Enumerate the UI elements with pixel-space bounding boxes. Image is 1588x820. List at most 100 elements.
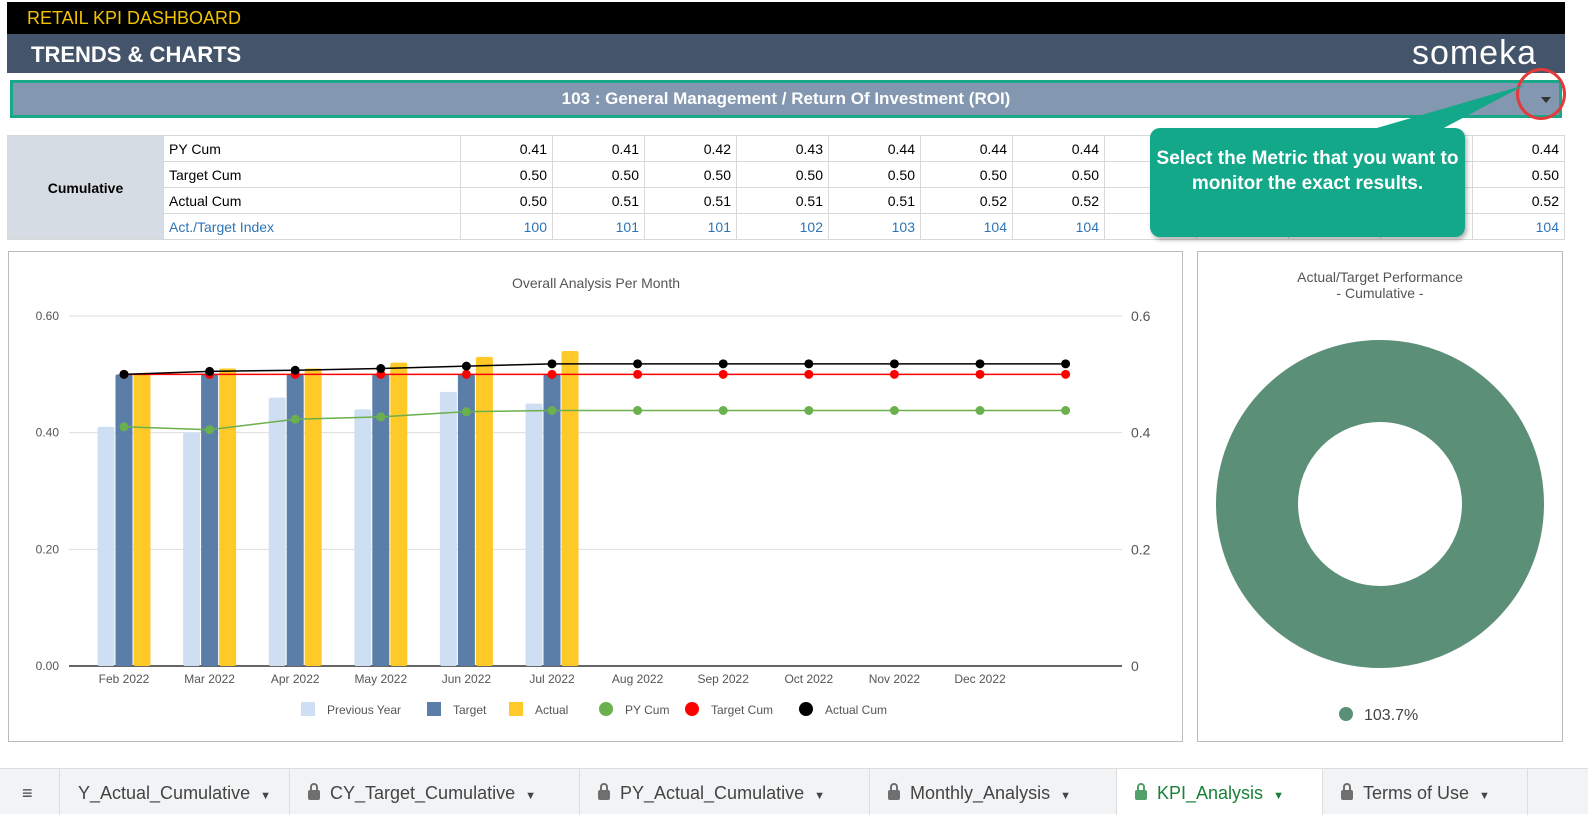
lock-icon — [1135, 783, 1147, 800]
tab-kpi-analysis[interactable]: KPI_Analysis ▼ — [1117, 769, 1323, 815]
bar-actual — [219, 368, 237, 666]
legend-label: Actual — [535, 703, 568, 717]
caret-down-icon[interactable]: ▼ — [1273, 790, 1284, 802]
bar-actual — [561, 351, 579, 666]
point-py-cum — [718, 406, 728, 415]
caret-down-icon[interactable]: ▼ — [1060, 790, 1071, 802]
bar-actual — [304, 368, 322, 666]
legend-item: Target Cum — [685, 702, 773, 717]
point-actual-cum — [119, 369, 129, 379]
point-target-cum — [633, 369, 643, 379]
point-actual-cum — [1061, 359, 1071, 369]
tab-label: PY_Actual_Cumulative — [620, 783, 805, 803]
point-py-cum — [376, 412, 386, 422]
caret-down-icon[interactable]: ▼ — [525, 790, 536, 802]
bar-previous-year — [439, 391, 457, 666]
x-tick-label: Mar 2022 — [184, 672, 235, 686]
tab-monthly-analysis[interactable]: Monthly_Analysis ▼ — [870, 769, 1117, 815]
bar-target — [201, 374, 219, 666]
point-py-cum — [804, 406, 814, 415]
point-actual-cum — [889, 359, 899, 369]
bar-previous-year — [97, 426, 115, 666]
tab-label: KPI_Analysis — [1157, 783, 1264, 803]
tab-label: Terms of Use — [1363, 783, 1470, 803]
tab-terms-of-use[interactable]: Terms of Use ▼ — [1323, 769, 1528, 815]
bar-previous-year — [268, 397, 286, 666]
point-target-cum — [975, 369, 985, 379]
y-tick-left: 0.40 — [36, 426, 60, 440]
point-target-cum — [461, 369, 471, 379]
legend-swatch — [685, 702, 699, 716]
point-py-cum — [1061, 406, 1071, 415]
tab-y-actual-cumulative[interactable]: Y_Actual_Cumulative ▼ — [60, 769, 290, 815]
point-py-cum — [633, 406, 643, 415]
legend-item: Previous Year — [301, 702, 401, 717]
point-target-cum — [547, 369, 557, 379]
legend-item: Actual Cum — [799, 702, 887, 717]
line-actual-cum — [123, 363, 1066, 376]
donut-slice — [1216, 340, 1544, 668]
all-sheets-menu-icon[interactable]: ≡ — [0, 769, 60, 815]
legend-label: Target Cum — [711, 703, 773, 717]
tab-py-actual-cumulative[interactable]: PY_Actual_Cumulative ▼ — [580, 769, 870, 815]
point-actual-cum — [461, 361, 471, 371]
legend-swatch — [427, 702, 441, 716]
y-tick-left: 0.60 — [36, 309, 60, 323]
caret-down-icon[interactable]: ▼ — [260, 790, 271, 802]
donut-legend-swatch — [1339, 707, 1353, 721]
bar-target — [457, 374, 475, 666]
point-target-cum — [718, 369, 728, 379]
legend-label: Previous Year — [327, 703, 401, 717]
performance-donut-chart: Actual/Target Performance- Cumulative - 1… — [1216, 269, 1544, 724]
lock-icon — [888, 783, 900, 800]
x-tick-label: Apr 2022 — [271, 672, 320, 686]
lock-icon — [308, 783, 320, 800]
tab-cy-target-cumulative[interactable]: CY_Target_Cumulative ▼ — [290, 769, 580, 815]
point-actual-cum — [718, 359, 728, 369]
y-tick-left: 0.00 — [36, 659, 60, 673]
callout-tooltip: Select the Metric that you want to monit… — [1150, 128, 1465, 237]
bar-actual — [390, 362, 408, 666]
overall-analysis-chart: Overall Analysis Per Month 0.00 0 0.20 0.2 0.… — [36, 275, 1151, 717]
point-py-cum — [461, 407, 471, 417]
point-actual-cum — [633, 359, 643, 369]
legend-label: Target — [453, 703, 487, 717]
point-target-cum — [1061, 369, 1071, 379]
y-tick-left: 0.20 — [36, 542, 60, 556]
x-tick-label: Jun 2022 — [442, 672, 492, 686]
x-tick-label: Aug 2022 — [612, 672, 664, 686]
bar-target — [115, 374, 133, 666]
lock-icon — [598, 783, 610, 800]
y-tick-right: 0.4 — [1131, 425, 1151, 441]
point-actual-cum — [547, 359, 557, 369]
overall-analysis-chart-panel: Overall Analysis Per Month 0.00 0 0.20 0.2 0.… — [8, 251, 1183, 742]
donut-subtitle: - Cumulative - — [1336, 285, 1423, 301]
legend-swatch — [301, 702, 315, 716]
donut-title: Actual/Target Performance — [1297, 269, 1463, 285]
point-target-cum — [804, 369, 814, 379]
x-tick-label: Dec 2022 — [954, 672, 1006, 686]
sheet-tabs: ≡ Y_Actual_Cumulative ▼ CY_Target_Cumulati… — [0, 768, 1588, 815]
x-tick-label: Feb 2022 — [99, 672, 150, 686]
performance-chart-panel: Actual/Target Performance - Cumulative - 1… — [1197, 251, 1563, 742]
caret-down-icon[interactable]: ▼ — [814, 790, 825, 802]
legend-label: Actual Cum — [825, 703, 887, 717]
legend-item: Actual — [509, 702, 568, 717]
bar-target — [543, 374, 561, 666]
donut-value-label: 103.7% — [1364, 707, 1418, 724]
x-tick-label: Jul 2022 — [529, 672, 575, 686]
x-tick-label: Nov 2022 — [869, 672, 921, 686]
legend-label: PY Cum — [625, 703, 669, 717]
point-actual-cum — [804, 359, 814, 369]
bar-previous-year — [183, 432, 201, 666]
line-py-cum — [123, 409, 1066, 431]
point-target-cum — [889, 369, 899, 379]
x-tick-label: Sep 2022 — [698, 672, 750, 686]
point-actual-cum — [975, 359, 985, 369]
bar-previous-year — [525, 403, 543, 666]
point-py-cum — [889, 406, 899, 415]
point-actual-cum — [376, 364, 386, 373]
caret-down-icon[interactable]: ▼ — [1479, 790, 1490, 802]
x-tick-label: Oct 2022 — [784, 672, 833, 686]
y-tick-right: 0.2 — [1131, 541, 1151, 557]
